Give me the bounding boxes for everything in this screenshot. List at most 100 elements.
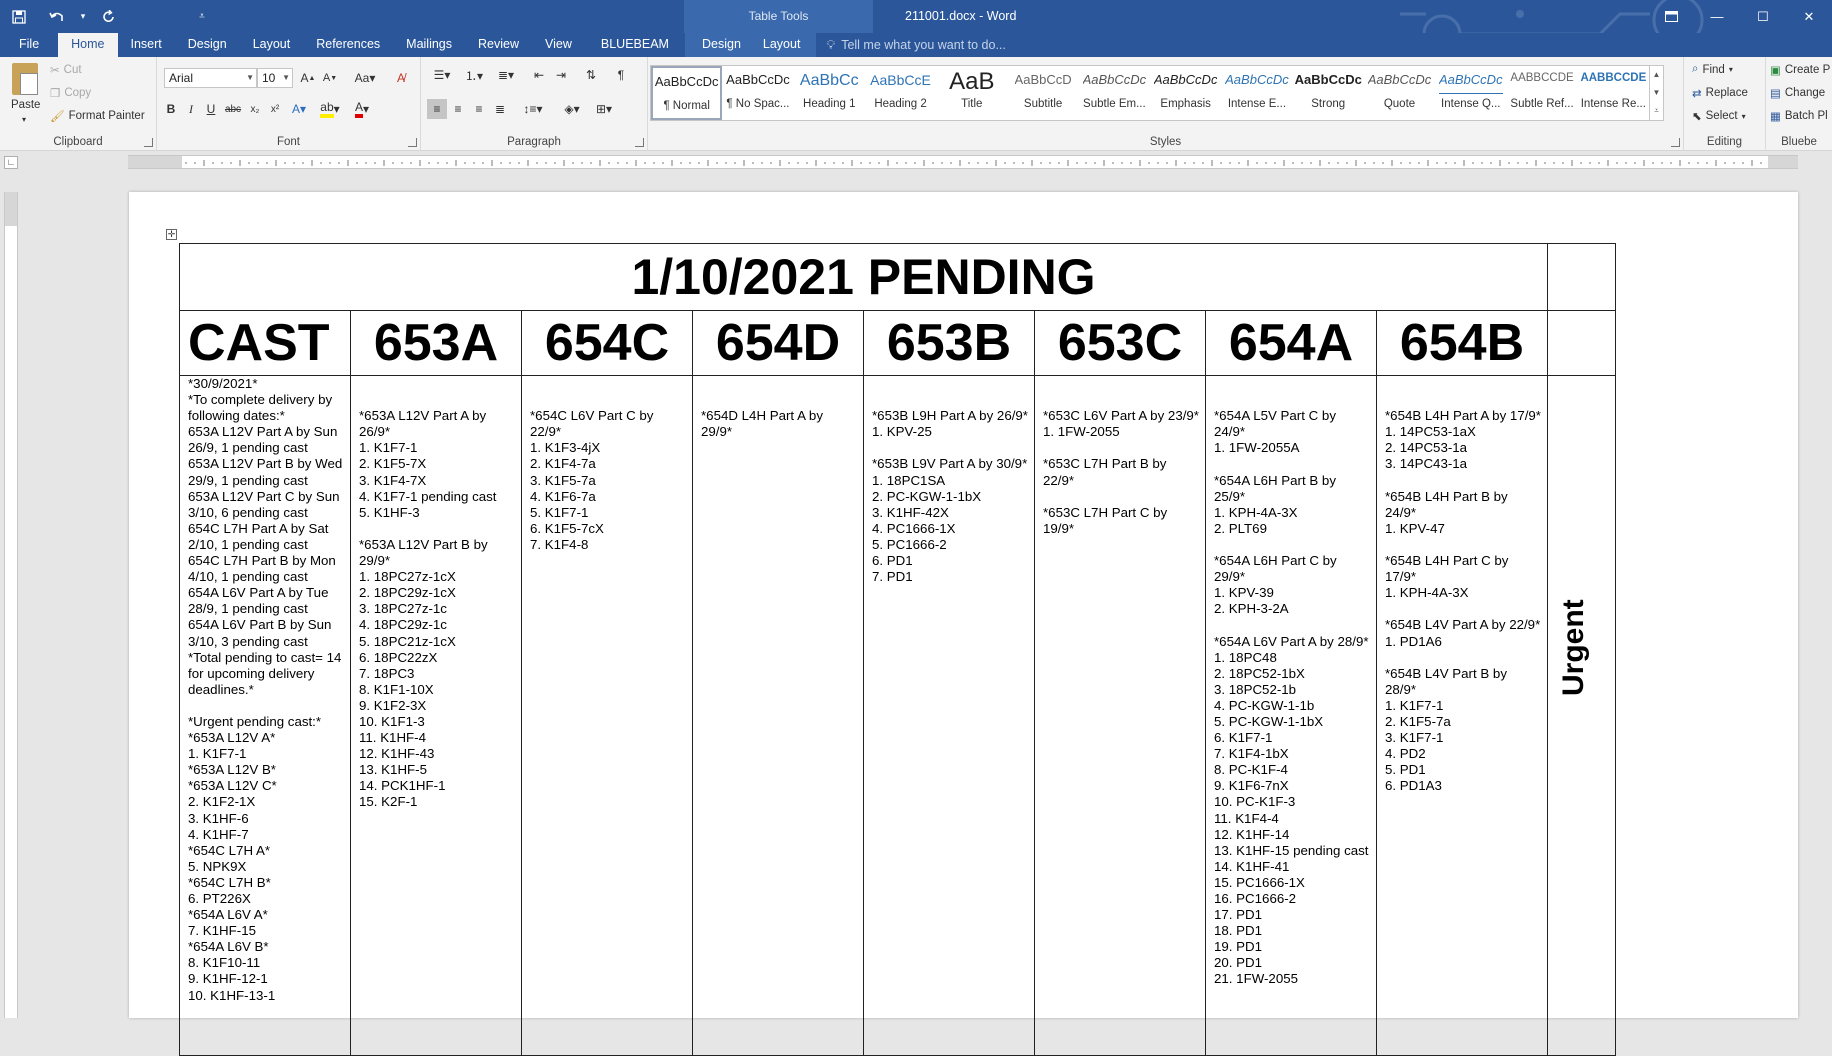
body-cell[interactable]: *653C L6V Part A by 23/9* 1. 1FW-2055 *65… [1034,375,1206,1056]
paste-button[interactable]: Paste [11,99,40,111]
style-intense-quote[interactable]: AaBbCcDc Intense Q... [1435,66,1506,120]
close-icon[interactable]: ✕ [1786,0,1832,33]
multilevel-list-icon[interactable]: ≣▾ [491,65,521,85]
style-normal[interactable]: AaBbCcDc ¶ Normal [651,66,723,120]
tab-layout[interactable]: Layout [240,33,304,57]
tell-me-box[interactable]: 💡︎ Tell me what you want to do... [816,33,1005,57]
ribbon-display-options-icon[interactable] [1648,0,1694,33]
change-case-icon[interactable]: Aa▾ [352,68,378,88]
table-move-handle-icon[interactable]: ✛ [166,229,177,240]
select-button[interactable]: ⬉ Select ▾ [1692,109,1746,123]
tab-home[interactable]: Home [58,33,118,57]
style-subtle-reference[interactable]: AABBCCDE Subtle Ref... [1506,66,1577,120]
style-intense-reference[interactable]: AABBCCDE Intense Re... [1578,66,1649,120]
body-cell[interactable]: *654D L4H Part A by 29/9* [692,375,864,1056]
style-title[interactable]: AaB Title [936,66,1007,120]
change-settings-button[interactable]: ▤ Change [1770,86,1825,100]
undo-dropdown-icon[interactable]: ▾ [76,0,90,33]
styles-scroll[interactable]: ▲ ▼ ⩡ [1650,65,1664,121]
decrease-indent-icon[interactable]: ⇤ [529,65,549,85]
show-marks-icon[interactable]: ¶ [611,65,631,85]
clear-formatting-icon[interactable]: A̸ [391,68,411,88]
table-title-cell[interactable]: 1/10/2021 PENDING [178,243,1549,311]
header-cell[interactable]: 653A [350,310,522,376]
style-emphasis[interactable]: AaBbCcDc Emphasis [1150,66,1221,120]
style-intense-emphasis[interactable]: AaBbCcDc Intense E... [1221,66,1292,120]
shading-icon[interactable]: ◈▾ [559,99,585,119]
tab-table-layout[interactable]: Layout [751,33,817,57]
paste-icon[interactable] [12,63,38,95]
styles-launcher-icon[interactable] [1671,138,1680,147]
bold-icon[interactable]: B [161,99,181,119]
body-cell[interactable]: *654C L6V Part C by 22/9* 1. K1F3-4jX 2. K… [521,375,693,1056]
save-icon[interactable] [0,0,38,33]
empty-header-cell[interactable] [1547,310,1617,376]
urgent-cell[interactable]: Urgent [1547,375,1617,1056]
replace-button[interactable]: ⇄ Replace [1692,86,1748,100]
tab-references[interactable]: References [303,33,393,57]
header-cell[interactable]: 654D [692,310,864,376]
tab-selector-icon[interactable]: ∟ [4,156,18,169]
minimize-icon[interactable]: — [1694,0,1740,33]
undo-icon[interactable] [38,0,76,33]
body-cell[interactable]: *654A L5V Part C by 24/9* 1. 1FW-2055A *6… [1205,375,1377,1056]
vertical-ruler[interactable] [0,172,20,1018]
sort-icon[interactable]: ⇅ [581,65,601,85]
grow-font-icon[interactable]: A ▲ [298,68,318,88]
body-cell[interactable]: *653B L9H Part A by 26/9* 1. KPV-25 *653B… [863,375,1035,1056]
increase-indent-icon[interactable]: ⇥ [551,65,571,85]
align-left-icon[interactable]: ≡ [427,99,447,119]
scroll-up-icon[interactable]: ▲ [1653,70,1661,79]
bullets-icon[interactable]: ☰▾ [427,65,457,85]
line-spacing-icon[interactable]: ↕≡▾ [519,99,547,119]
body-cell[interactable]: *653A L12V Part A by 26/9* 1. K1F7-1 2. K1… [350,375,522,1056]
clipboard-launcher-icon[interactable] [144,138,153,147]
header-cell[interactable]: 654B [1375,310,1549,376]
header-cell[interactable]: 654A [1205,310,1377,376]
style-no-spacing[interactable]: AaBbCcDc ¶ No Spac... [722,66,793,120]
text-effects-icon[interactable]: A▾ [289,99,309,119]
style-subtle-emphasis[interactable]: AaBbCcDc Subtle Em... [1079,66,1150,120]
style-subtitle[interactable]: AaBbCcD Subtitle [1007,66,1078,120]
find-button[interactable]: ⌕ Find ▾ [1692,63,1733,76]
subscript-icon[interactable]: x₂ [245,99,265,119]
batch-pdf-button[interactable]: ▦ Batch Pl [1770,109,1828,123]
format-painter-button[interactable]: 🖌︎ Format Painter [50,109,145,123]
numbering-icon[interactable]: ⒈▾ [459,65,489,85]
superscript-icon[interactable]: x² [265,99,285,119]
create-pdf-button[interactable]: ▣ Create P [1770,63,1830,77]
scroll-down-icon[interactable]: ▼ [1653,88,1661,97]
header-cell[interactable]: 653C [1034,310,1206,376]
underline-icon[interactable]: U [201,99,221,119]
borders-icon[interactable]: ⊞▾ [591,99,617,119]
horizontal-ruler[interactable]: ∟ [0,152,1832,172]
pending-table[interactable]: 1/10/2021 PENDING CAST 653A 654C 654D 65… [178,243,1617,1056]
header-cell[interactable]: CAST [179,310,351,376]
empty-corner-cell[interactable] [1547,243,1617,311]
tab-review[interactable]: Review [465,33,532,57]
tab-bluebeam[interactable]: BLUEBEAM [585,33,685,57]
tab-view[interactable]: View [532,33,585,57]
highlight-color-icon[interactable]: ab ▾ [317,99,343,119]
align-right-icon[interactable]: ≡ [469,99,489,119]
tab-insert[interactable]: Insert [118,33,175,57]
copy-button[interactable]: ❐ Copy [50,86,91,100]
style-quote[interactable]: AaBbCcDc Quote [1364,66,1435,120]
tab-mailings[interactable]: Mailings [393,33,465,57]
font-size-select[interactable]: 10 ▼ [257,68,293,88]
tab-file[interactable]: File [0,33,58,57]
style-heading-1[interactable]: AaBbCc Heading 1 [794,66,865,120]
italic-icon[interactable]: I [181,99,201,119]
font-family-select[interactable]: Arial ▼ [164,68,257,88]
header-cell[interactable]: 654C [521,310,693,376]
more-styles-icon[interactable]: ⩡ [1654,106,1659,116]
font-launcher-icon[interactable] [408,138,417,147]
style-strong[interactable]: AaBbCcDc Strong [1293,66,1364,120]
justify-icon[interactable]: ≣ [490,99,510,119]
shrink-font-icon[interactable]: A ▼ [320,68,340,88]
cut-button[interactable]: ✂ Cut [50,63,82,77]
header-cell[interactable]: 653B [863,310,1035,376]
body-cell[interactable]: *654B L4H Part A by 17/9* 1. 14PC53-1aX 2.… [1375,375,1549,1056]
redo-icon[interactable] [90,0,128,33]
style-heading-2[interactable]: AaBbCcE Heading 2 [865,66,936,120]
